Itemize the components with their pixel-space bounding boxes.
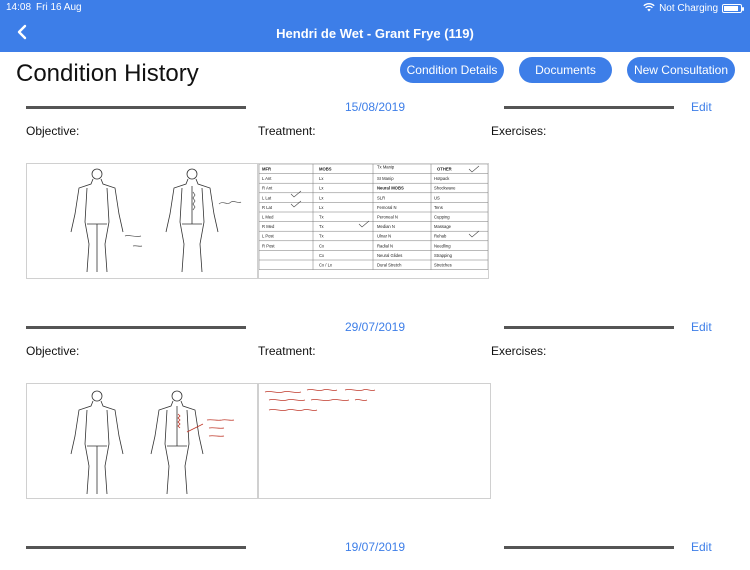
form-cell: Median N — [377, 224, 395, 229]
form-cell: Ulnar N — [377, 234, 391, 239]
form-cell: Tx — [319, 234, 325, 239]
nav-title: Hendri de Wet - Grant Frye (119) — [276, 26, 474, 41]
charging-status: Not Charging — [659, 3, 718, 14]
form-cell: Tens — [434, 205, 443, 210]
exercises-label: Exercises: — [491, 124, 547, 138]
divider — [26, 546, 246, 549]
form-cell: Shockwave — [434, 186, 456, 191]
form-cell: Tx — [319, 215, 325, 220]
consultation-entry: 15/08/2019 Edit Objective: Treatment: Ex… — [0, 100, 750, 300]
form-cell: Massage — [434, 224, 452, 229]
form-cell: Lx — [319, 186, 324, 191]
form-cell: Lx — [319, 205, 324, 210]
check-mark — [358, 220, 370, 228]
status-right: Not Charging — [643, 2, 744, 15]
form-cell: Neural Glides — [377, 253, 402, 258]
treatment-label: Treatment: — [258, 344, 316, 358]
form-header: OTHER — [437, 167, 452, 172]
wifi-icon — [643, 2, 655, 15]
form-cell: Cx — [319, 253, 325, 258]
status-time: 14:08 — [6, 2, 32, 13]
treatment-label: Treatment: — [258, 124, 316, 138]
check-mark — [290, 190, 302, 198]
body-chart-drawing — [26, 163, 258, 279]
form-cell: Stretches — [434, 263, 452, 268]
treatment-form: MFR MOBS Tx Manip OTHER L Ant R Ant L Lat R Lat… — [258, 163, 489, 279]
objective-label: Objective: — [26, 344, 80, 358]
form-cell: R Lat — [262, 205, 273, 210]
form-cell: Femoral N — [377, 205, 397, 210]
form-cell: R Ant — [262, 186, 273, 191]
check-mark — [290, 200, 302, 208]
form-cell: US — [434, 195, 440, 200]
page-title: Condition History — [16, 60, 199, 87]
consultation-entry: 29/07/2019 Edit Objective: Treatment: Ex… — [0, 320, 750, 520]
form-cell: Hotpack — [434, 176, 450, 181]
form-cell: SLR — [377, 195, 385, 200]
form-cell: Neural MOBS — [377, 186, 404, 191]
check-mark — [468, 230, 480, 238]
divider — [26, 326, 246, 329]
form-cell: Tx — [319, 224, 325, 229]
divider — [504, 546, 674, 549]
form-cell: Cx / Lx — [319, 263, 333, 268]
battery-icon — [722, 4, 744, 13]
form-cell: Cupping — [434, 215, 450, 220]
form-cell: Rehab — [434, 234, 447, 239]
form-cell: SI Manip — [377, 176, 394, 181]
edit-link[interactable]: Edit — [691, 100, 712, 114]
form-cell: R Med — [262, 224, 275, 229]
exercises-label: Exercises: — [491, 344, 547, 358]
form-cell: L Ant — [262, 176, 272, 181]
edit-link[interactable]: Edit — [691, 540, 712, 554]
form-header: MFR — [262, 167, 271, 172]
form-cell: Dural Stretch — [377, 263, 402, 268]
form-cell: Cx — [319, 243, 325, 248]
body-chart-drawing — [26, 383, 258, 499]
form-cell: L Post — [262, 234, 275, 239]
entry-date: 19/07/2019 — [344, 540, 406, 554]
nav-bar: Hendri de Wet - Grant Frye (119) — [0, 16, 750, 52]
condition-details-button[interactable]: Condition Details — [400, 57, 504, 83]
form-cell: R Post — [262, 243, 275, 248]
treatment-notes-drawing — [258, 383, 491, 499]
form-cell: Strapping — [434, 253, 453, 258]
divider — [26, 106, 246, 109]
form-cell: Lx — [319, 176, 324, 181]
divider — [504, 326, 674, 329]
form-header: Tx Manip — [377, 165, 395, 170]
form-cell: Needling — [434, 243, 451, 248]
form-cell: Lx — [319, 195, 324, 200]
status-bar: 14:08 Fri 16 Aug Not Charging — [0, 0, 750, 16]
form-cell: Radial N — [377, 243, 393, 248]
check-mark — [468, 165, 480, 173]
edit-link[interactable]: Edit — [691, 320, 712, 334]
new-consultation-button[interactable]: New Consultation — [627, 57, 735, 83]
divider — [504, 106, 674, 109]
status-date: Fri 16 Aug — [36, 2, 82, 13]
entry-date: 29/07/2019 — [344, 320, 406, 334]
consultation-entry: 19/07/2019 Edit — [0, 540, 750, 570]
documents-button[interactable]: Documents — [519, 57, 612, 83]
form-header: MOBS — [319, 167, 332, 172]
form-cell: Peroneal N — [377, 215, 398, 220]
entry-date: 15/08/2019 — [344, 100, 406, 114]
objective-label: Objective: — [26, 124, 80, 138]
form-cell: L Lat — [262, 195, 272, 200]
form-cell: L Med — [262, 215, 274, 220]
